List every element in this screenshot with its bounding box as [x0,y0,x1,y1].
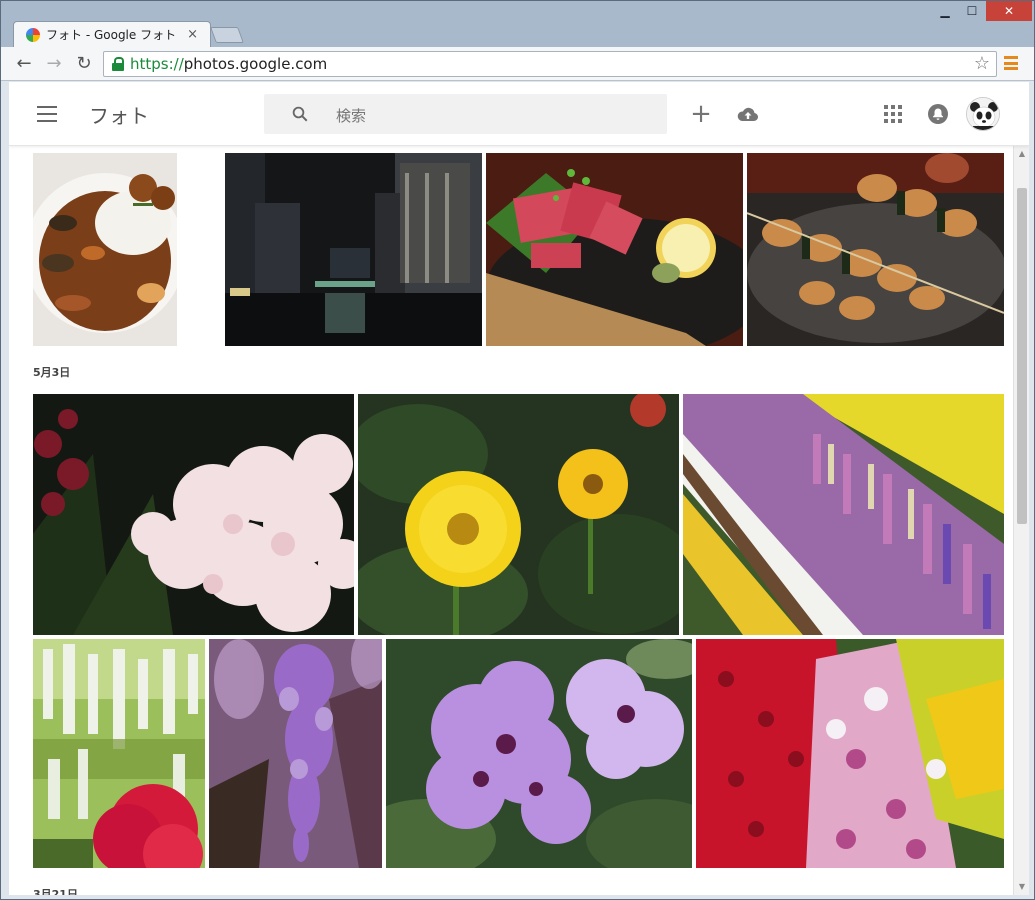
address-bar[interactable]: https://photos.google.com ☆ [103,51,997,77]
photo-curry[interactable] [33,153,177,346]
maximize-button[interactable]: ☐ [958,1,986,21]
section-date-label: 3月21日 [33,888,78,895]
photo-wisteria-azalea[interactable] [33,639,205,868]
scroll-thumb[interactable] [1017,188,1027,524]
photo-carnation-bed[interactable] [696,639,1004,868]
photo-azalea[interactable] [33,394,354,635]
photo-purple-wisteria[interactable] [209,639,382,868]
url-scheme: https:// [130,55,184,73]
lock-icon [112,57,124,71]
title-bar: ▁ ☐ ✕ フォト - Google フォト × [1,1,1034,47]
browser-window: ▁ ☐ ✕ フォト - Google フォト × ← → ↻ https://p… [0,0,1035,900]
tab-title: フォト - Google フォト [46,28,177,42]
photo-yakitori[interactable] [747,153,1004,346]
url-host: photos.google.com [183,55,328,73]
search-input[interactable]: 検索 [264,94,667,134]
google-photos-favicon-icon [26,27,40,42]
notifications-bell-icon[interactable] [926,102,950,126]
new-tab-button[interactable] [210,27,244,43]
browser-toolbar: ← → ↻ https://photos.google.com ☆ [1,47,1034,81]
page-scrollbar[interactable]: ▲ ▼ [1013,146,1029,895]
add-icon[interactable]: + [689,101,713,127]
close-window-button[interactable]: ✕ [986,1,1032,21]
photo-calendula[interactable] [358,394,679,635]
browser-tab[interactable]: フォト - Google フォト × [13,21,211,47]
scroll-up-arrow-icon[interactable]: ▲ [1017,149,1027,159]
search-placeholder: 検索 [336,107,367,125]
back-button[interactable]: ← [13,53,35,75]
reload-button[interactable]: ↻ [73,53,95,75]
photo-grid: 5月3日 3月21日 [9,146,1013,895]
app-header: フォト 検索 + [9,82,1029,146]
photo-night-river[interactable] [225,153,482,346]
photo-lupine-field[interactable] [683,394,1004,635]
forward-button[interactable]: → [43,53,65,75]
photos-page: フォト 検索 + 5月3日 3月21日 ▲ ▼ [9,82,1029,895]
minimize-button[interactable]: ▁ [932,1,958,21]
photo-rhododendron[interactable] [386,639,692,868]
user-avatar[interactable] [966,97,1000,131]
tab-close-icon[interactable]: × [187,27,198,42]
apps-grid-icon[interactable] [881,102,905,126]
search-icon [292,106,308,122]
section-date-label: 5月3日 [33,366,71,379]
scroll-down-arrow-icon[interactable]: ▼ [1017,882,1027,892]
bookmark-star-icon[interactable]: ☆ [974,53,990,74]
chrome-menu-icon[interactable] [1004,56,1018,70]
photo-sashimi[interactable] [486,153,743,346]
main-menu-icon[interactable] [37,106,57,122]
app-title: フォト [89,104,149,128]
upload-cloud-icon[interactable] [736,102,760,126]
